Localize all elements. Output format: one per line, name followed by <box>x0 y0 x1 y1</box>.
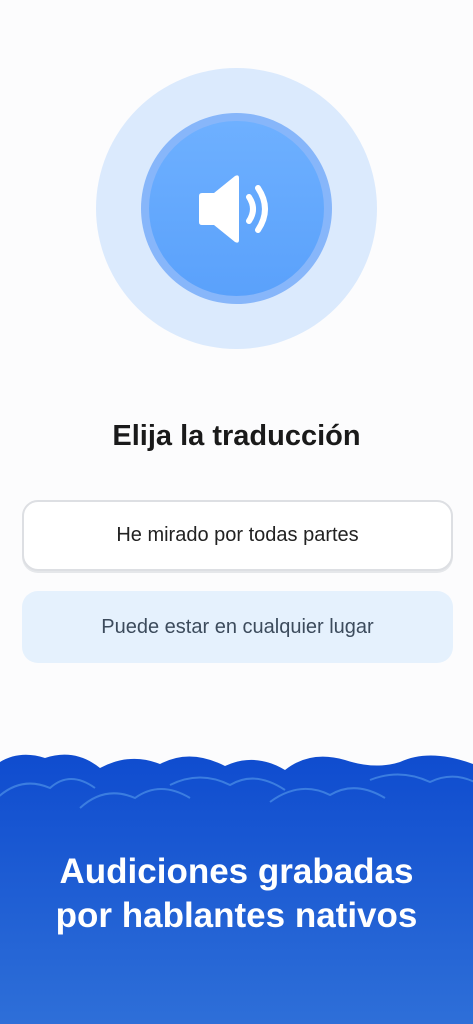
exercise-prompt: Elija la traducción <box>112 420 361 452</box>
answer-option-label: Puede estar en cualquier lugar <box>101 615 374 638</box>
answer-option-2[interactable]: Puede estar en cualquier lugar <box>22 591 453 663</box>
speaker-icon <box>198 174 268 243</box>
answer-option-label: He mirado por todas partes <box>116 524 359 546</box>
banner-headline-line-1: Audiciones grabadas <box>59 852 414 891</box>
banner-headline-line-2: por hablantes nativos <box>55 896 418 935</box>
answer-option-1[interactable]: He mirado por todas partes <box>22 500 453 571</box>
play-audio-button-inner[interactable] <box>149 121 324 296</box>
play-audio-button[interactable] <box>141 113 332 304</box>
promo-banner: Audiciones grabadas por hablantes nativo… <box>0 740 473 1024</box>
